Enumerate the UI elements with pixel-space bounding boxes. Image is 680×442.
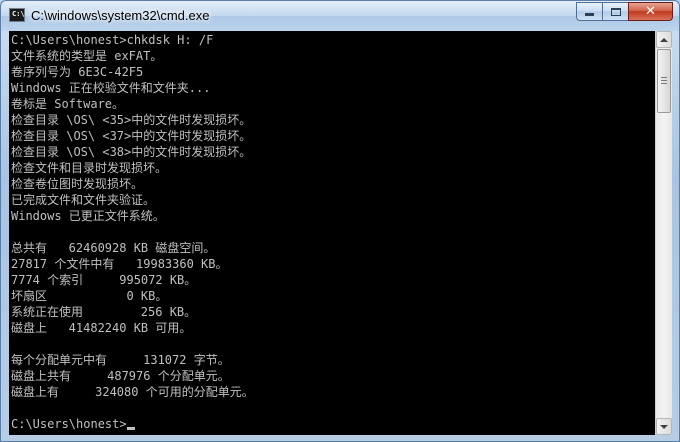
window-title: C:\windows\system32\cmd.exe [31,8,210,23]
console-line: 7774 个索引 995072 KB。 [11,273,197,287]
close-icon: ✕ [645,4,656,19]
console-line: 磁盘上 41482240 KB 可用。 [11,321,192,335]
console-line: Windows 正在校验文件和文件夹... [11,81,211,95]
console-line: Windows 已更正文件系统。 [11,209,165,223]
cmd-icon-label: C:\ [12,10,25,18]
maximize-button[interactable] [602,2,629,21]
console-line: 检查目录 \OS\ <37>中的文件时发现损坏。 [11,129,252,143]
console-line: 卷序列号为 6E3C-42F5 [11,65,144,79]
minimize-button[interactable] [576,2,603,21]
grip-line [661,83,667,84]
vertical-scrollbar[interactable] [655,31,672,435]
console-line: 27817 个文件中有 19983360 KB。 [11,257,228,271]
title-bar[interactable]: C:\ C:\windows\system32\cmd.exe ✕ [1,1,679,31]
arrow-down-icon [660,424,668,429]
console-line: 坏扇区 0 KB。 [11,289,168,303]
console-line: C:\Users\honest>chkdsk H: /F [11,33,214,47]
grip-line [661,80,667,81]
cmd-window: C:\ C:\windows\system32\cmd.exe ✕ C:\Use… [0,0,680,442]
console-line: 检查目录 \OS\ <38>中的文件时发现损坏。 [11,145,252,159]
window-controls: ✕ [576,2,673,22]
console-line: 磁盘上有 324080 个可用的分配单元。 [11,385,254,399]
console-area[interactable]: C:\Users\honest>chkdsk H: /F 文件系统的类型是 exF… [9,31,655,435]
console-line: C:\Users\honest> [11,416,655,432]
console-line: 检查卷位图时发现损坏。 [11,177,144,191]
console-line: 系统正在使用 256 KB。 [11,305,197,319]
console-line: 每个分配单元中有 131072 字节。 [11,353,230,367]
maximize-icon [610,7,621,16]
console-output: C:\Users\honest>chkdsk H: /F 文件系统的类型是 exF… [11,32,655,432]
console-line: 总共有 62460928 KB 磁盘空间。 [11,241,216,255]
console-line: 磁盘上共有 487976 个分配单元。 [11,369,230,383]
console-line: 文件系统的类型是 exFAT。 [11,49,163,63]
scroll-thumb[interactable] [657,49,671,113]
cmd-app-icon[interactable]: C:\ [9,8,25,22]
console-line: 检查目录 \OS\ <35>中的文件时发现损坏。 [11,113,252,127]
console-line: 卷标是 Software。 [11,97,125,111]
grip-line [661,77,667,78]
text-cursor [126,427,135,430]
console-line: 已完成文件和文件夹验证。 [11,193,156,207]
scroll-down-button[interactable] [656,418,672,435]
arrow-up-icon [660,37,668,42]
scroll-up-button[interactable] [656,31,672,48]
minimize-icon [585,13,594,16]
close-button[interactable]: ✕ [628,2,673,21]
console-line: 检查文件和目录时发现损坏。 [11,161,168,175]
